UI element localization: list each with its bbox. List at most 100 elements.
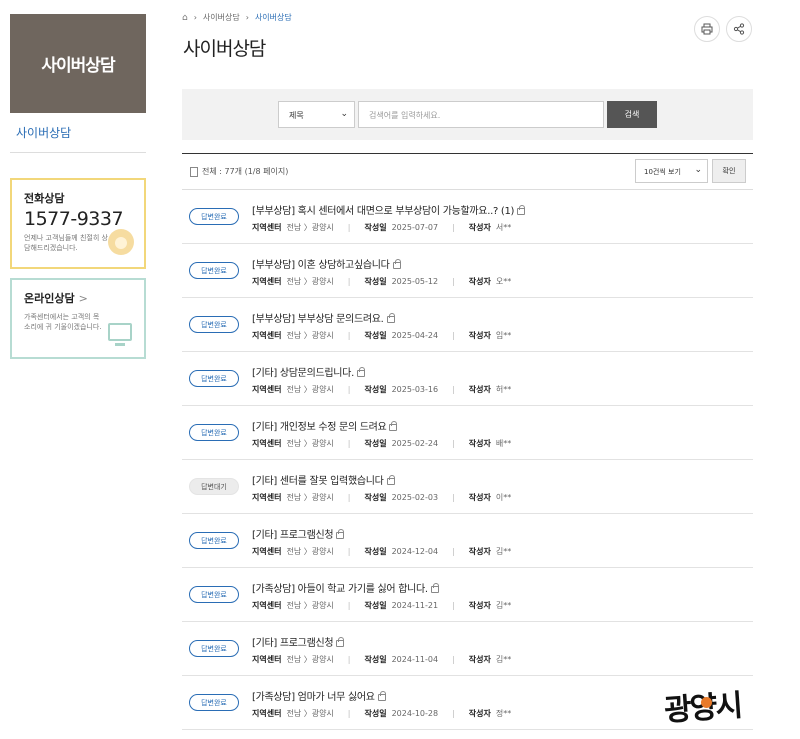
home-icon[interactable]: ⌂ xyxy=(182,13,188,23)
author-label: 작성자 xyxy=(468,493,491,502)
list-item[interactable]: 답변대기 [기타] 센터를 잘못 입력했습니다 지역센터 전남 〉광양시 | 작성일 202… xyxy=(182,460,753,514)
date-label: 작성일 xyxy=(364,709,387,718)
list-item[interactable]: 답변완료 [부부상담] 부부상담 문의드려요. 지역센터 전남 〉광양시 | 작성일 202… xyxy=(182,298,753,352)
list-item[interactable]: 답변완료 [부부상담] 이혼 상담하고싶습니다지역센터 전남 〉광양시 | 작성일 202… xyxy=(182,244,753,298)
online-counsel-box[interactable]: 온라인상담 > 가족센터에서는 고객의 목소리에 귀 기울이겠습니다. xyxy=(10,278,146,359)
list-item[interactable]: 답변완료 [기타] 상담문의드립니다. 지역센터 전남 〉광양시 | 작성일 2025-03… xyxy=(182,352,753,406)
author-value: 임** xyxy=(495,331,512,340)
printer-icon xyxy=(701,23,713,35)
status-badge: 답변완료 xyxy=(189,424,239,441)
author-value: 배** xyxy=(495,439,512,448)
post-meta: 지역센터 전남 〉광양시 | 작성일 2025-05-12 | 작성자 오** xyxy=(252,277,512,286)
page-title: 사이버상담 xyxy=(183,38,266,60)
list-item[interactable]: 답변완료 [가족상담] 아들이 학교 가기를 싫어 합니다. 지역센터 전남 〉광양시… xyxy=(182,568,753,622)
sidebar-item-cyber-counsel[interactable]: 사이버상담 xyxy=(16,124,71,141)
author-label: 작성자 xyxy=(468,601,491,610)
date-value: 2025-02-24 xyxy=(391,439,439,448)
lock-icon xyxy=(356,367,365,377)
breadcrumb-item-parent[interactable]: 사이버상담 xyxy=(203,12,240,23)
status-badge: 답변완료 xyxy=(189,532,239,549)
lock-icon xyxy=(386,313,395,323)
author-label: 작성자 xyxy=(468,547,491,556)
post-title-link[interactable]: [기타] 상담문의드립니다. xyxy=(252,364,365,379)
center-value: 전남 〉광양시 xyxy=(286,331,334,340)
lock-icon xyxy=(336,637,345,647)
per-page-confirm-button[interactable]: 확인 xyxy=(712,159,746,183)
center-value: 전남 〉광양시 xyxy=(286,439,334,448)
list-item[interactable]: 답변완료 [기타] 개인정보 수정 문의 드려요 지역센터 전남 〉광양시 | 작성일 20… xyxy=(182,406,753,460)
post-title-link[interactable]: [기타] 프로그램신청 xyxy=(252,634,345,649)
lock-icon xyxy=(389,421,398,431)
chevron-right-icon: > xyxy=(78,292,88,305)
date-value: 2025-04-24 xyxy=(391,331,439,340)
search-area: 제목 ⌄ 검색어를 입력하세요. 검색 xyxy=(182,89,753,140)
center-value: 전남 〉광양시 xyxy=(286,709,334,718)
post-title-link[interactable]: [부부상담] 이혼 상담하고싶습니다 xyxy=(252,256,401,271)
post-title-link[interactable]: [기타] 개인정보 수정 문의 드려요 xyxy=(252,418,398,433)
author-value: 김** xyxy=(495,547,512,556)
author-label: 작성자 xyxy=(468,277,491,286)
post-title-link[interactable]: [기타] 센터를 잘못 입력했습니다 xyxy=(252,472,395,487)
date-label: 작성일 xyxy=(364,601,387,610)
center-value: 전남 〉광양시 xyxy=(286,547,334,556)
per-page-select[interactable]: 10건씩 보기 ⌄ xyxy=(635,159,708,183)
print-button[interactable] xyxy=(694,16,720,42)
author-label: 작성자 xyxy=(468,385,491,394)
post-meta: 지역센터 전남 〉광양시 | 작성일 2024-10-28 | 작성자 정** xyxy=(252,709,512,718)
chevron-down-icon: ⌄ xyxy=(340,109,348,119)
post-meta: 지역센터 전남 〉광양시 | 작성일 2024-12-04 | 작성자 김** xyxy=(252,547,512,556)
date-value: 2024-11-21 xyxy=(391,601,439,610)
search-field-select[interactable]: 제목 ⌄ xyxy=(278,101,355,128)
sidebar-banner-title: 사이버상담 xyxy=(41,56,115,76)
phone-counsel-desc: 언제나 고객님들께 친절히 상담해드리겠습니다. xyxy=(24,234,108,252)
phone-counsel-title: 전화상담 xyxy=(24,192,65,205)
center-value: 전남 〉광양시 xyxy=(286,385,334,394)
post-meta: 지역센터 전남 〉광양시 | 작성일 2024-11-04 | 작성자 김** xyxy=(252,655,512,664)
list-item[interactable]: 답변완료 [부부상담] 혹시 센터에서 대면으로 부부상담이 가능할까요..? (… xyxy=(182,190,753,244)
center-value: 전남 〉광양시 xyxy=(286,223,334,232)
author-value: 김** xyxy=(495,601,512,610)
search-button[interactable]: 검색 xyxy=(607,101,657,128)
post-title-link[interactable]: [부부상담] 부부상담 문의드려요. xyxy=(252,310,395,325)
center-label: 지역센터 xyxy=(252,223,282,232)
post-title-link[interactable]: [가족상담] 엄마가 너무 싫어요 xyxy=(252,688,386,703)
lock-icon xyxy=(377,691,386,701)
status-badge: 답변완료 xyxy=(189,262,239,279)
author-value: 김** xyxy=(495,655,512,664)
counselor-icon xyxy=(108,229,134,255)
center-label: 지역센터 xyxy=(252,601,282,610)
post-title-link[interactable]: [기타] 프로그램신청 xyxy=(252,526,345,541)
center-label: 지역센터 xyxy=(252,709,282,718)
date-value: 2025-07-07 xyxy=(391,223,439,232)
date-label: 작성일 xyxy=(364,331,387,340)
logo-sun-mark xyxy=(701,697,712,708)
post-meta: 지역센터 전남 〉광양시 | 작성일 2025-02-24 | 작성자 배** xyxy=(252,439,512,448)
date-value: 2025-02-03 xyxy=(391,493,439,502)
author-value: 서** xyxy=(495,223,512,232)
author-label: 작성자 xyxy=(468,709,491,718)
date-value: 2024-11-04 xyxy=(391,655,439,664)
center-label: 지역센터 xyxy=(252,439,282,448)
date-label: 작성일 xyxy=(364,655,387,664)
sidebar-banner: 사이버상담 xyxy=(10,14,146,113)
phone-counsel-box: 전화상담 1577-9337 언제나 고객님들께 친절히 상담해드리겠습니다. xyxy=(10,178,146,269)
online-counsel-title[interactable]: 온라인상담 > xyxy=(24,290,132,306)
list-item[interactable]: 답변완료 [기타] 프로그램신청 지역센터 전남 〉광양시 | 작성일 2024-11-04… xyxy=(182,622,753,676)
post-meta: 지역센터 전남 〉광양시 | 작성일 2025-04-24 | 작성자 임** xyxy=(252,331,512,340)
post-title-link[interactable]: [가족상담] 아들이 학교 가기를 싫어 합니다. xyxy=(252,580,439,595)
search-input[interactable]: 검색어를 입력하세요. xyxy=(358,101,604,128)
share-icon xyxy=(733,23,745,35)
center-value: 전남 〉광양시 xyxy=(286,655,334,664)
lock-icon xyxy=(336,529,345,539)
status-badge: 답변대기 xyxy=(189,478,239,495)
sidebar-divider xyxy=(10,152,146,153)
share-button[interactable] xyxy=(726,16,752,42)
list-item[interactable]: 답변완료 [기타] 프로그램신청 지역센터 전남 〉광양시 | 작성일 2024-12-04… xyxy=(182,514,753,568)
author-value: 이** xyxy=(495,493,512,502)
center-value: 전남 〉광양시 xyxy=(286,493,334,502)
post-title-link[interactable]: [부부상담] 혹시 센터에서 대면으로 부부상담이 가능할까요..? (1) xyxy=(252,202,526,217)
phone-number: 1577-9337 xyxy=(24,208,124,230)
breadcrumb-item-current: 사이버상담 xyxy=(254,13,292,22)
center-label: 지역센터 xyxy=(252,493,282,502)
date-label: 작성일 xyxy=(364,385,387,394)
